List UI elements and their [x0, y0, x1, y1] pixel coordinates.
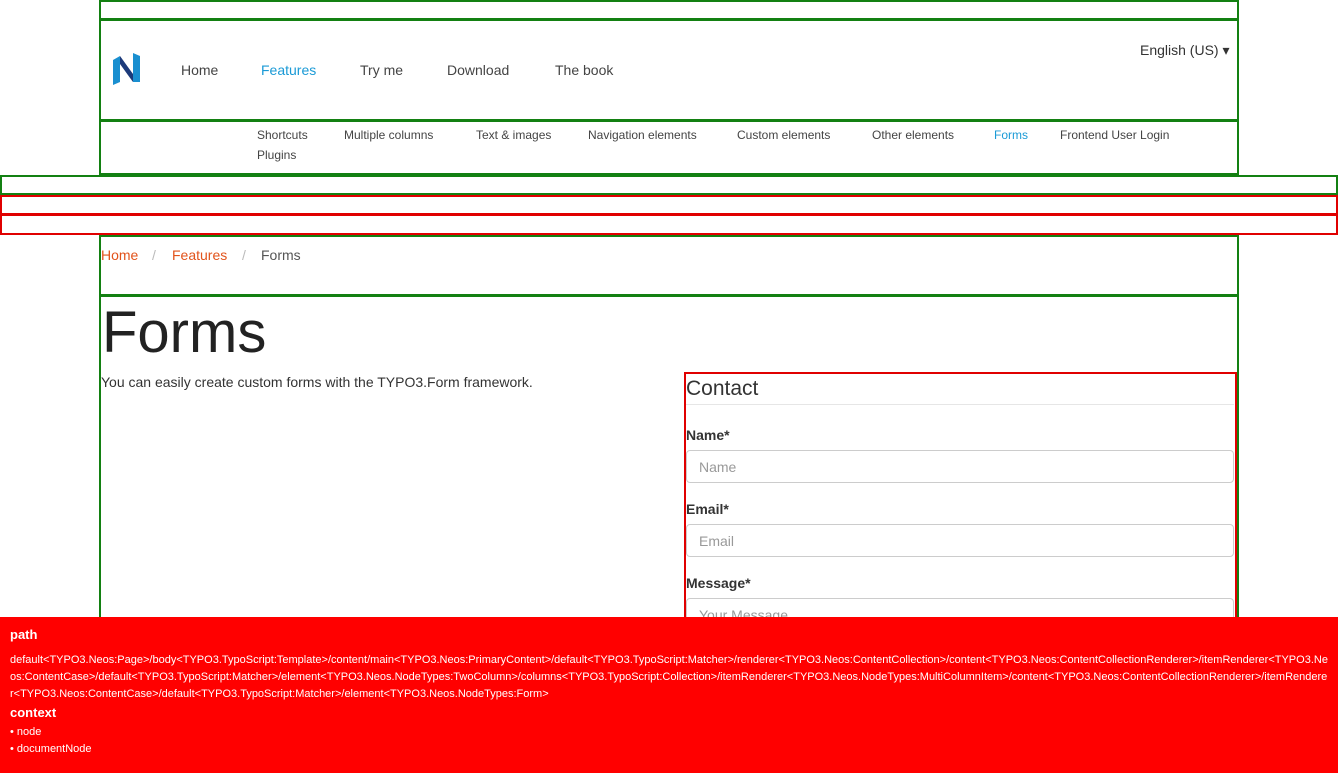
debug-outline-form	[684, 372, 1237, 632]
debug-outline-breadcrumb	[99, 235, 1239, 296]
subnav-text-images[interactable]: Text & images	[476, 128, 551, 142]
breadcrumb-current: Forms	[261, 247, 301, 263]
nav-the-book[interactable]: The book	[555, 62, 613, 78]
subnav-forms[interactable]: Forms	[994, 128, 1028, 142]
subnav-navigation-elements[interactable]: Navigation elements	[588, 128, 697, 142]
breadcrumb-features[interactable]: Features	[172, 247, 227, 263]
debug-context-item: documentNode	[10, 741, 1328, 758]
breadcrumb-separator: /	[152, 247, 156, 263]
form-title: Contact	[686, 377, 759, 400]
subnav-other-elements[interactable]: Other elements	[872, 128, 954, 142]
language-selector[interactable]: English (US) ▾	[1140, 42, 1230, 59]
debug-outline-fullwidth	[0, 175, 1338, 195]
debug-panel: path default<TYPO3.Neos:Page>/body<TYPO3…	[0, 617, 1338, 773]
name-field[interactable]	[686, 450, 1234, 483]
debug-outline-fullwidth-red-1	[0, 195, 1338, 215]
breadcrumb-separator: /	[242, 247, 246, 263]
nav-download[interactable]: Download	[447, 62, 509, 78]
message-label: Message*	[686, 575, 751, 591]
nav-try-me[interactable]: Try me	[360, 62, 403, 78]
page-title: Forms	[102, 300, 267, 365]
email-field[interactable]	[686, 524, 1234, 557]
debug-outline-fullwidth-red-2	[0, 214, 1338, 235]
debug-path: default<TYPO3.Neos:Page>/body<TYPO3.Typo…	[10, 654, 1328, 700]
debug-context-item: node	[10, 724, 1328, 741]
debug-context-list: node documentNode	[10, 724, 1328, 758]
subnav-plugins[interactable]: Plugins	[257, 148, 296, 162]
debug-context-heading: context	[10, 705, 57, 720]
neos-logo[interactable]	[111, 52, 141, 86]
debug-outline-top	[99, 0, 1239, 20]
subnav-frontend-user-login[interactable]: Frontend User Login	[1060, 128, 1169, 142]
subnav-custom-elements[interactable]: Custom elements	[737, 128, 830, 142]
subnav-multiple-columns[interactable]: Multiple columns	[344, 128, 433, 142]
breadcrumb-home[interactable]: Home	[101, 247, 138, 263]
name-label: Name*	[686, 427, 730, 443]
subnav-shortcuts[interactable]: Shortcuts	[257, 128, 308, 142]
email-label: Email*	[686, 501, 729, 517]
intro-text: You can easily create custom forms with …	[101, 374, 533, 390]
form-divider	[686, 404, 1234, 405]
nav-home[interactable]: Home	[181, 62, 218, 78]
debug-path-heading: path	[10, 627, 38, 642]
nav-features[interactable]: Features	[261, 62, 316, 78]
